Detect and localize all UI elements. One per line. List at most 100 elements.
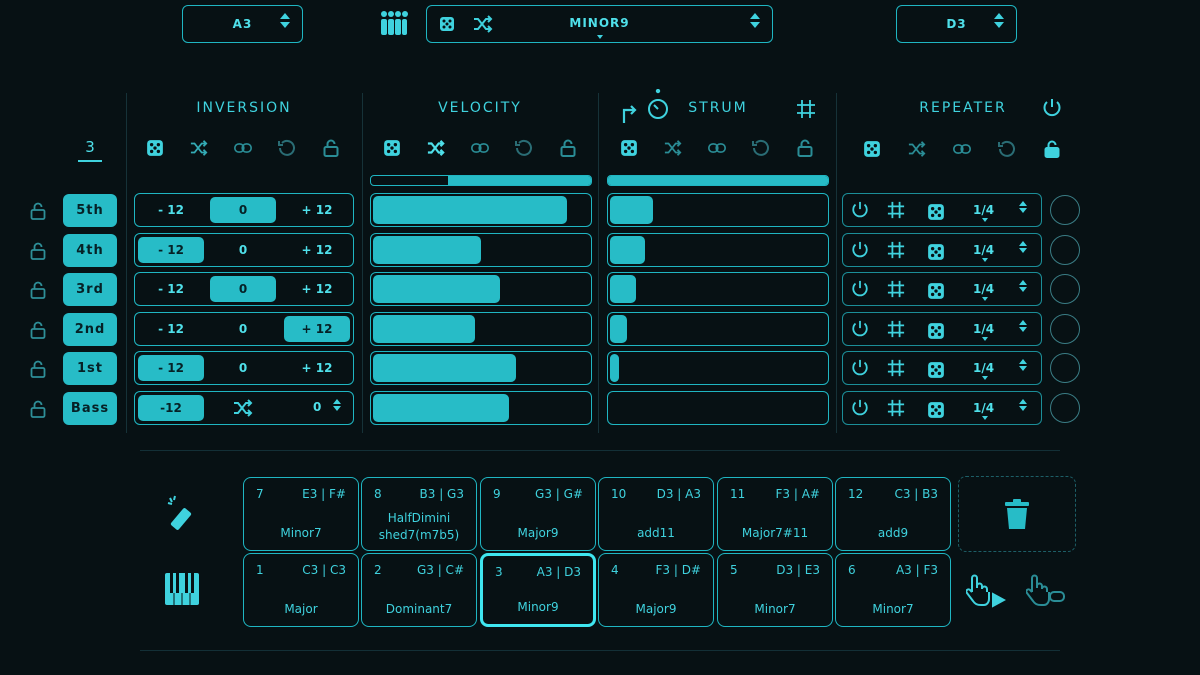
dice-icon[interactable] (927, 203, 945, 221)
repeater-indicator[interactable] (1050, 235, 1080, 265)
note-button[interactable]: 3rd (63, 273, 117, 306)
shuffle-icon[interactable] (189, 138, 209, 158)
chord-type-stepper[interactable] (750, 13, 760, 28)
repeater-rate-stepper[interactable] (1019, 399, 1027, 411)
inversion-minus[interactable]: - 12 (138, 197, 204, 223)
lock-icon[interactable] (795, 138, 815, 158)
timer-icon[interactable] (646, 88, 670, 121)
strum-slider[interactable] (607, 391, 829, 425)
repeater-rate-stepper[interactable] (1019, 320, 1027, 332)
note-lock-icon[interactable] (30, 321, 48, 339)
bass-note-stepper[interactable] (994, 13, 1004, 28)
grid-icon[interactable] (887, 359, 905, 377)
inversion-minus[interactable]: - 12 (138, 237, 204, 263)
dice-icon[interactable] (927, 282, 945, 300)
chord-pad[interactable]: 10 D3 | A3 add11 (598, 477, 714, 551)
shuffle-icon[interactable] (233, 399, 253, 417)
piano-keys-icon[interactable] (164, 572, 200, 606)
strum-slider[interactable] (607, 351, 829, 385)
note-button[interactable]: 2nd (63, 313, 117, 346)
repeater-power-icon[interactable] (1042, 98, 1062, 118)
chord-pad[interactable]: 4 F3 | D# Major9 (598, 553, 714, 627)
chord-pad[interactable]: 6 A3 | F3 Minor7 (835, 553, 951, 627)
strum-slider[interactable] (607, 233, 829, 267)
voice-count[interactable]: 3 (78, 138, 102, 156)
inversion-zero[interactable]: 0 (210, 197, 276, 223)
repeater-rate[interactable]: 1/4 (973, 243, 994, 262)
root-note-select[interactable]: A3 (182, 5, 303, 43)
inversion-plus[interactable]: + 12 (284, 276, 350, 302)
repeater-rate[interactable]: 1/4 (973, 361, 994, 380)
chord-pad[interactable]: 7 E3 | F# Minor7 (243, 477, 359, 551)
dice-icon[interactable] (927, 401, 945, 419)
velocity-slider[interactable] (370, 312, 592, 346)
repeater-indicator[interactable] (1050, 353, 1080, 383)
note-button[interactable]: 4th (63, 234, 117, 267)
link-icon[interactable] (707, 138, 727, 158)
grid-icon[interactable] (887, 201, 905, 219)
grid-sync-icon[interactable] (796, 99, 816, 119)
note-lock-icon[interactable] (30, 202, 48, 220)
delete-drop-zone[interactable] (958, 476, 1076, 552)
reset-icon[interactable] (514, 138, 534, 158)
strum-master-bar[interactable] (607, 175, 829, 186)
dice-icon[interactable] (619, 138, 639, 158)
dice-icon[interactable] (927, 322, 945, 340)
repeater-rate[interactable]: 1/4 (973, 203, 994, 222)
chord-pad[interactable]: 2 G3 | C# Dominant7 (361, 553, 477, 627)
strum-slider[interactable] (607, 312, 829, 346)
strum-direction-icon[interactable] (620, 104, 640, 124)
inversion-plus[interactable]: + 12 (284, 316, 350, 342)
repeater-rate-stepper[interactable] (1019, 359, 1027, 371)
repeater-indicator[interactable] (1050, 195, 1080, 225)
repeater-rate[interactable]: 1/4 (973, 282, 994, 301)
velocity-slider[interactable] (370, 193, 592, 227)
repeater-indicator[interactable] (1050, 393, 1080, 423)
note-lock-icon[interactable] (30, 281, 48, 299)
velocity-slider[interactable] (370, 351, 592, 385)
note-lock-icon[interactable] (30, 242, 48, 260)
shuffle-icon[interactable] (907, 139, 927, 159)
note-button[interactable]: 5th (63, 194, 117, 227)
repeater-indicator[interactable] (1050, 314, 1080, 344)
magic-wand-icon[interactable] (164, 494, 200, 530)
chord-type-select[interactable]: MINOR9 (426, 5, 773, 43)
chord-pad[interactable]: 9 G3 | G# Major9 (480, 477, 596, 551)
inversion-minus[interactable]: - 12 (138, 355, 204, 381)
chord-pad[interactable]: 3 A3 | D3 Minor9 (480, 553, 596, 627)
grid-icon[interactable] (887, 241, 905, 259)
note-button[interactable]: 1st (63, 352, 117, 385)
dice-icon[interactable] (862, 139, 882, 159)
velocity-slider[interactable] (370, 272, 592, 306)
power-icon[interactable] (851, 280, 869, 298)
inversion-plus[interactable]: + 12 (284, 237, 350, 263)
shuffle-icon[interactable] (663, 138, 683, 158)
inversion-minus[interactable]: - 12 (138, 276, 204, 302)
dice-icon[interactable] (145, 138, 165, 158)
chord-pad[interactable]: 12 C3 | B3 add9 (835, 477, 951, 551)
power-icon[interactable] (851, 201, 869, 219)
reset-icon[interactable] (751, 138, 771, 158)
inversion-zero[interactable]: 0 (210, 316, 276, 342)
lock-icon[interactable] (321, 138, 341, 158)
inversion-zero[interactable]: 0 (210, 355, 276, 381)
chord-pad[interactable]: 5 D3 | E3 Minor7 (717, 553, 833, 627)
inversion-minus[interactable]: -12 (138, 395, 204, 421)
root-note-stepper[interactable] (280, 13, 290, 28)
inversion-plus[interactable]: + 12 (284, 355, 350, 381)
link-icon[interactable] (233, 138, 253, 158)
lock-icon[interactable] (1042, 139, 1062, 159)
link-icon[interactable] (470, 138, 490, 158)
dice-icon[interactable] (927, 243, 945, 261)
lock-icon[interactable] (558, 138, 578, 158)
inversion-minus[interactable]: - 12 (138, 316, 204, 342)
hand-play-icon[interactable] (965, 574, 1007, 608)
inversion-zero[interactable]: 0 (210, 237, 276, 263)
power-icon[interactable] (851, 359, 869, 377)
power-icon[interactable] (851, 320, 869, 338)
power-icon[interactable] (851, 399, 869, 417)
shuffle-icon[interactable] (473, 15, 493, 33)
strum-slider[interactable] (607, 193, 829, 227)
reset-icon[interactable] (997, 139, 1017, 159)
bass-note-select[interactable]: D3 (896, 5, 1017, 43)
